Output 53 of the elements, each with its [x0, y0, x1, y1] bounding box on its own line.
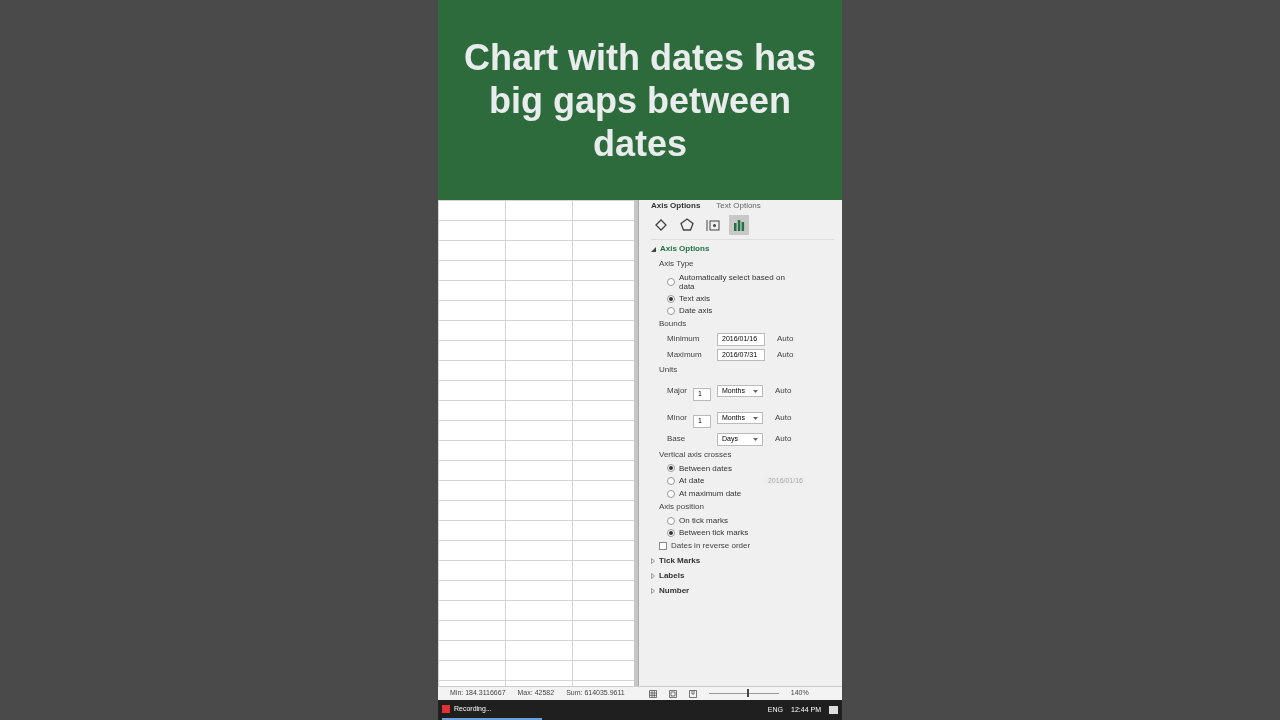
radio-button[interactable]	[667, 516, 675, 525]
field-label: Maximum	[667, 348, 703, 361]
collapsed-section[interactable]: Number	[659, 585, 690, 597]
radio-label: At date	[679, 476, 705, 486]
field-label: Major	[667, 385, 688, 397]
radio-button[interactable]	[667, 294, 675, 303]
group-label: Units	[659, 364, 679, 376]
expand-triangle-icon[interactable]	[651, 558, 655, 564]
auto-label: Auto	[777, 333, 794, 346]
field-label: Minimum	[667, 333, 701, 346]
group-label: Axis Type	[659, 258, 695, 270]
radio-label: On tick marks	[679, 516, 728, 525]
auto-label: Auto	[775, 433, 792, 446]
group-label: Axis position	[659, 501, 705, 513]
pane-tab[interactable]: Axis Options	[651, 200, 701, 212]
collapsed-section[interactable]: Labels	[659, 570, 685, 582]
radio-label: Between tick marks	[679, 528, 749, 537]
page-layout-icon[interactable]	[668, 689, 677, 698]
section-header[interactable]: Axis Options	[660, 243, 710, 255]
radio-button[interactable]	[667, 528, 675, 537]
radio-label: Date axis	[679, 306, 713, 315]
auto-label: Auto	[777, 348, 794, 361]
video-title: Chart with dates has big gaps between dates	[462, 35, 818, 165]
radio-label: Text axis	[679, 294, 711, 303]
checkbox[interactable]	[659, 542, 667, 550]
radio-label: Between dates	[679, 463, 732, 473]
radio-label: Automatically select based on data	[679, 273, 786, 291]
record-icon	[442, 705, 450, 713]
radio-button[interactable]	[667, 278, 675, 286]
dropdown-arrow-icon	[753, 416, 758, 420]
collapse-triangle-icon[interactable]	[651, 246, 656, 252]
radio-button[interactable]	[667, 489, 675, 498]
grid-view-icon[interactable]	[648, 689, 657, 698]
checkbox-label: Dates in reverse order	[671, 540, 751, 552]
radio-button[interactable]	[667, 306, 675, 315]
radio-button[interactable]	[667, 464, 675, 472]
pane-tab[interactable]: Text Options	[716, 200, 761, 212]
auto-label: Auto	[775, 412, 792, 424]
expand-triangle-icon[interactable]	[651, 573, 655, 579]
auto-label: Auto	[775, 385, 792, 397]
zoom-thumb[interactable]	[747, 689, 750, 697]
collapsed-section[interactable]: Tick Marks	[659, 555, 701, 567]
field-label: Base	[667, 433, 687, 446]
dropdown-arrow-icon	[753, 389, 758, 393]
radio-button[interactable]	[667, 476, 675, 485]
field-label: Minor	[667, 412, 688, 424]
page-break-icon[interactable]	[688, 689, 697, 698]
radio-label: At maximum date	[679, 489, 742, 498]
dropdown-arrow-icon	[753, 437, 758, 441]
group-label: Vertical axis crosses	[659, 448, 733, 461]
bar-chart-icon[interactable]	[729, 215, 749, 235]
expand-triangle-icon[interactable]	[651, 588, 655, 594]
group-label: Bounds	[659, 318, 688, 330]
